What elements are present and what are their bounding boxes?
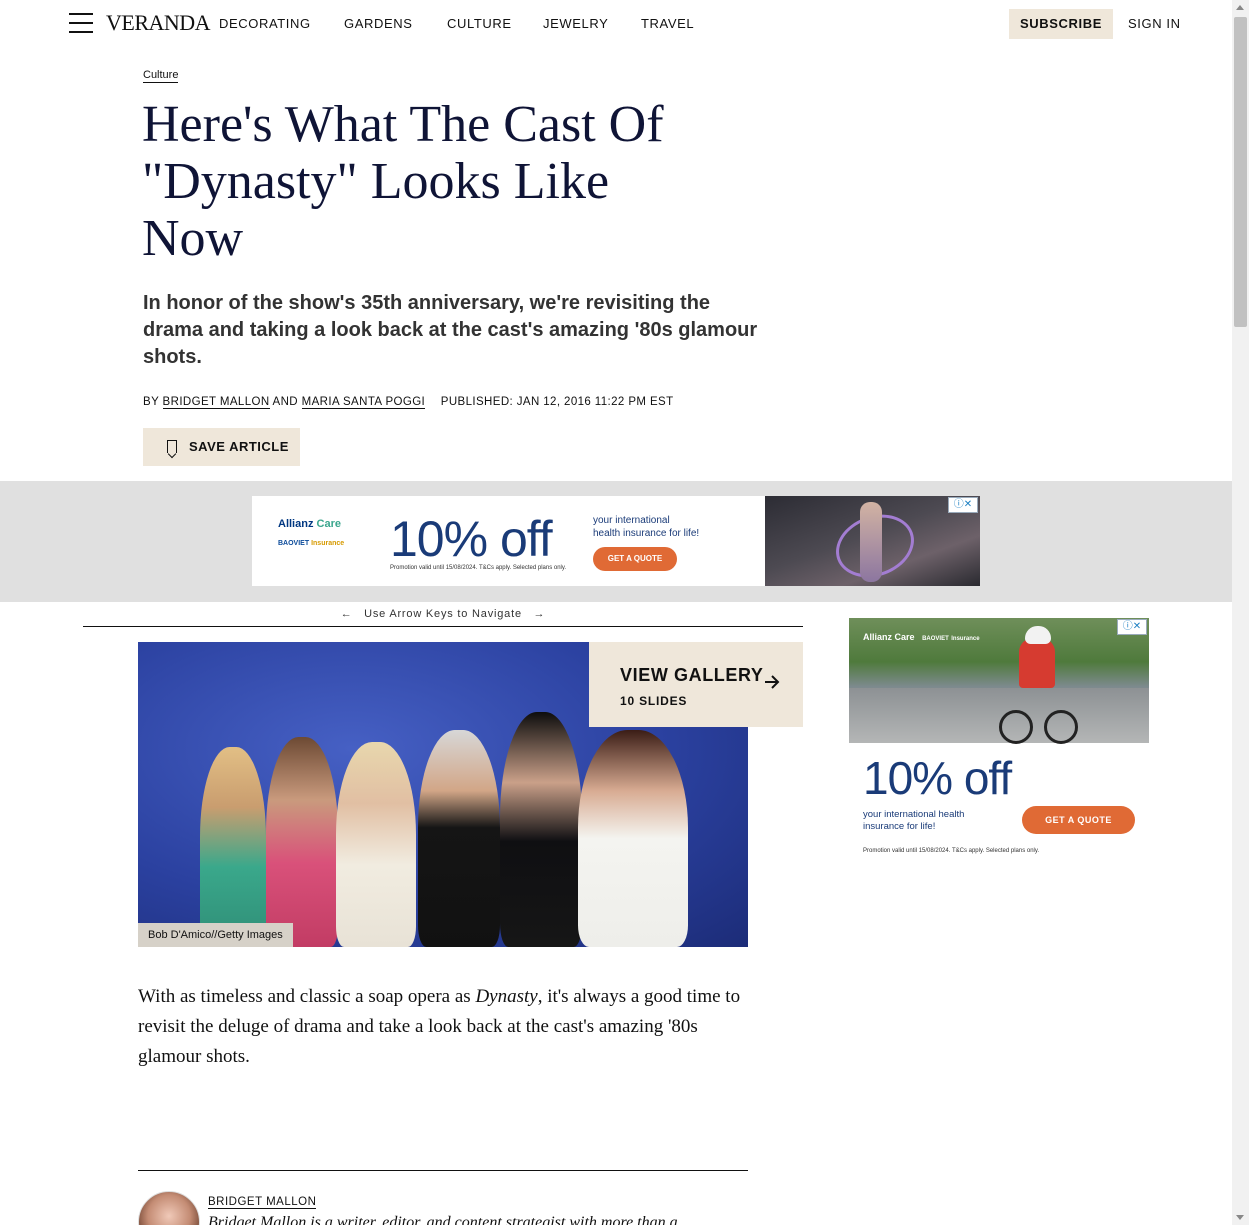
menu-icon[interactable]	[69, 13, 93, 33]
ad-tagline: your international health insurance for l…	[593, 515, 700, 539]
avatar[interactable]	[138, 1191, 200, 1225]
article-body: With as timeless and classic a soap oper…	[138, 986, 741, 1067]
ad-get-quote-button[interactable]: GET A QUOTE	[593, 547, 677, 571]
ad-promo-terms: Promotion valid until 15/08/2024. T&Cs a…	[390, 565, 567, 571]
baoviet-logo: BAOVIET Insurance	[278, 540, 345, 547]
ad-promo-terms: Promotion valid until 15/08/2024. T&Cs a…	[863, 848, 1040, 854]
author-divider	[138, 1170, 748, 1171]
headline-line: Here's What The Cast Of	[142, 96, 664, 153]
nav-decorating[interactable]: DECORATING	[219, 16, 311, 31]
arrow-right-icon: →	[533, 608, 546, 620]
arrow-right-icon	[765, 675, 780, 689]
article-headline: Here's What The Cast Of "Dynasty" Looks …	[142, 96, 762, 267]
scrollbar-thumb[interactable]	[1234, 17, 1247, 327]
subscribe-button[interactable]: SUBSCRIBE	[1009, 9, 1113, 39]
author-card-name[interactable]: BRIDGET MALLON	[208, 1196, 317, 1209]
author-link-bridget[interactable]: BRIDGET MALLON	[162, 396, 270, 409]
view-gallery-button[interactable]: VIEW GALLERY 10 SLIDES	[589, 642, 803, 727]
nav-gardens[interactable]: GARDENS	[344, 16, 413, 31]
ad-tagline: your international health insurance for l…	[863, 809, 965, 832]
sign-in-link[interactable]: SIGN IN	[1128, 16, 1181, 31]
category-link[interactable]: Culture	[143, 69, 179, 83]
save-article-button[interactable]: SAVE ARTICLE	[143, 428, 300, 466]
gallery-slide-count: 10 SLIDES	[620, 694, 688, 708]
ad-offer: 10% off	[863, 752, 1012, 804]
image-credit: Bob D'Amico//Getty Images	[138, 923, 293, 947]
ad-logos: Allianz Care BAOVIET Insurance	[863, 632, 980, 642]
page-scrollbar[interactable]	[1232, 0, 1249, 1225]
arrow-left-icon: ←	[340, 608, 353, 620]
banner-ad[interactable]: Allianz Care BAOVIET Insurance 10% off P…	[252, 496, 980, 586]
site-logo[interactable]: VERANDA	[106, 10, 211, 36]
ad-logos: Allianz Care BAOVIET Insurance	[278, 518, 344, 547]
ad-offer: 10% off	[390, 511, 553, 567]
author-card-bio: Bridget Mallon is a writer, editor, and …	[208, 1214, 678, 1225]
headline-line: Now	[142, 210, 244, 267]
nav-culture[interactable]: CULTURE	[447, 16, 512, 31]
sidebar-ad[interactable]: Allianz Care BAOVIET Insurance 10% off y…	[849, 618, 1149, 868]
byline-and: AND	[272, 396, 298, 408]
byline-prefix: BY	[143, 396, 159, 408]
save-article-label: SAVE ARTICLE	[189, 439, 289, 454]
gallery-title: VIEW GALLERY	[620, 665, 764, 685]
show-title: Dynasty	[475, 986, 538, 1007]
ad-choices-icon[interactable]: ⓘ✕	[1117, 619, 1147, 635]
article-dek: In honor of the show's 35th anniversary,…	[143, 292, 758, 368]
author-link-maria[interactable]: MARIA SANTA POGGI	[301, 396, 426, 409]
byline: BY BRIDGET MALLON AND MARIA SANTA POGGI …	[143, 396, 674, 409]
ad-choices-icon[interactable]: ⓘ✕	[948, 497, 978, 513]
nav-jewelry[interactable]: JEWELRY	[543, 16, 608, 31]
published-date: PUBLISHED: JAN 12, 2016 11:22 PM EST	[440, 396, 674, 408]
ad-get-quote-button[interactable]: GET A QUOTE	[1022, 806, 1135, 834]
arrow-key-hint: ← Use Arrow Keys to Navigate →	[340, 608, 546, 620]
scroll-up-icon[interactable]	[1236, 5, 1244, 10]
bookmark-icon	[167, 440, 177, 453]
scroll-down-icon[interactable]	[1236, 1215, 1244, 1220]
top-nav: VERANDA DECORATING GARDENS CULTURE JEWEL…	[0, 0, 1232, 48]
nav-travel[interactable]: TRAVEL	[641, 16, 694, 31]
divider	[83, 626, 803, 627]
headline-line: "Dynasty" Looks Like	[142, 153, 610, 210]
allianz-logo: Allianz Care	[278, 518, 341, 530]
